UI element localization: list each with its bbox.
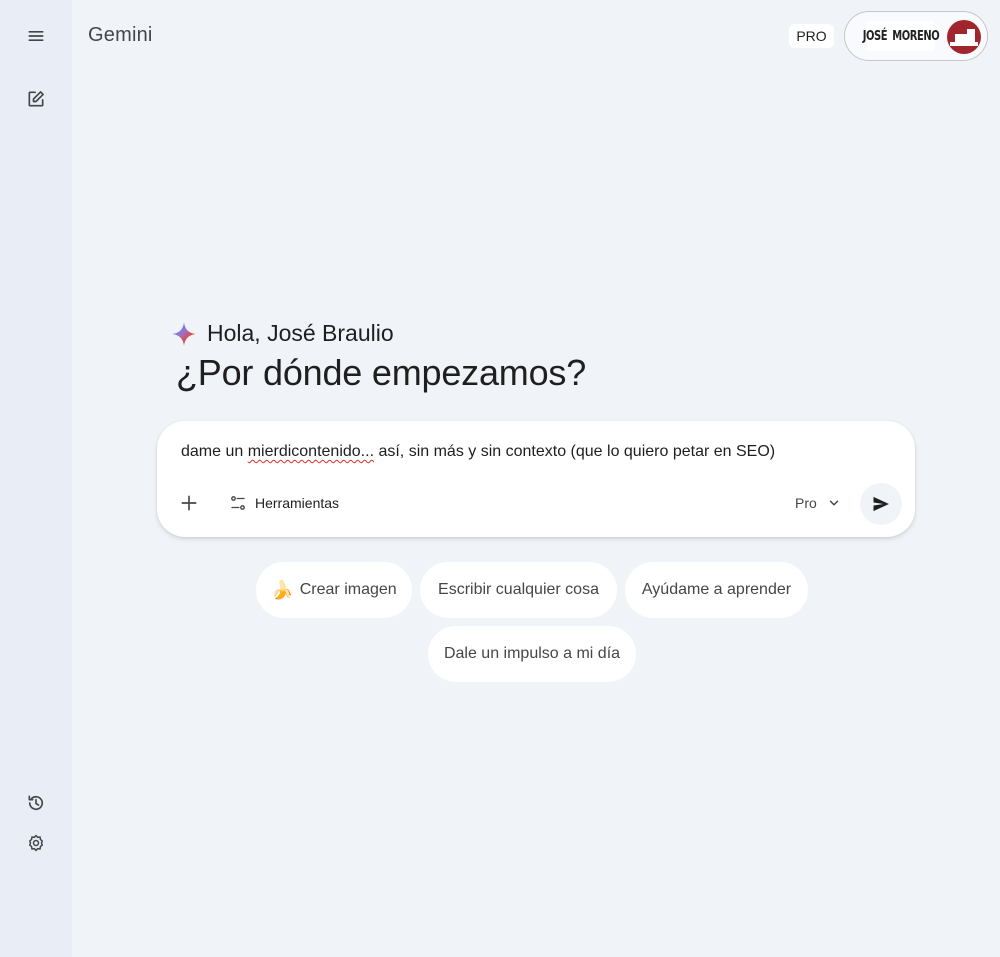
model-label: Pro bbox=[795, 495, 817, 511]
prompt-text-start: dame un bbox=[181, 443, 248, 460]
send-button[interactable] bbox=[860, 483, 902, 525]
account-logo: JOSÉ MORENO bbox=[863, 21, 940, 51]
plan-badge: PRO bbox=[789, 24, 834, 48]
settings-button[interactable] bbox=[16, 823, 56, 863]
account-logo-left: JOSÉ bbox=[862, 28, 888, 44]
prompt-text-misspelled: mierdicontenido... bbox=[247, 443, 375, 460]
greeting-hello: Hola, José Braulio bbox=[207, 320, 394, 346]
tools-button[interactable]: Herramientas bbox=[219, 485, 349, 521]
gear-icon bbox=[29, 834, 43, 852]
account-button[interactable]: JOSÉ MORENO bbox=[844, 11, 988, 61]
model-selector[interactable]: Pro bbox=[785, 485, 851, 521]
prompt-box: dame un mierdicontenido... así, sin más … bbox=[157, 421, 915, 537]
tools-label: Herramientas bbox=[255, 495, 340, 511]
menu-button[interactable] bbox=[16, 16, 56, 56]
avatar bbox=[947, 20, 981, 54]
chip-boost-my-day[interactable]: Dale un impulso a mi día bbox=[428, 626, 636, 682]
chip-label: Crear imagen bbox=[299, 581, 397, 598]
chip-write-anything[interactable]: Escribir cualquier cosa bbox=[420, 562, 617, 618]
page-headline: ¿Por dónde empezamos? bbox=[176, 352, 587, 393]
side-rail bbox=[0, 0, 72, 957]
menu-icon bbox=[28, 31, 44, 42]
chip-label: Escribir cualquier cosa bbox=[438, 581, 599, 598]
activity-history-button[interactable] bbox=[16, 783, 56, 823]
account-logo-right: MORENO bbox=[892, 28, 940, 44]
gemini-sparkle-icon bbox=[172, 321, 196, 346]
send-icon bbox=[873, 496, 889, 512]
chevron-down-icon bbox=[829, 500, 839, 506]
greeting: Hola, José Braulio bbox=[171, 320, 394, 347]
chip-label: Dale un impulso a mi día bbox=[443, 645, 621, 662]
prompt-text-end: así, sin más y sin contexto (que lo quie… bbox=[374, 443, 776, 460]
edit-square-icon bbox=[28, 91, 44, 107]
history-icon bbox=[28, 795, 44, 811]
app-title: Gemini bbox=[88, 24, 153, 46]
tune-icon bbox=[231, 496, 245, 510]
add-attachment-button[interactable] bbox=[171, 485, 207, 521]
chip-help-me-learn[interactable]: Ayúdame a aprender bbox=[625, 562, 808, 618]
banana-icon: 🍌 bbox=[271, 579, 294, 600]
chip-label: Ayúdame a aprender bbox=[641, 581, 792, 598]
chip-create-image[interactable]: 🍌 Crear imagen bbox=[256, 562, 412, 618]
plus-icon bbox=[181, 495, 197, 511]
new-chat-button[interactable] bbox=[16, 79, 56, 119]
prompt-input[interactable]: dame un mierdicontenido... así, sin más … bbox=[181, 443, 881, 461]
